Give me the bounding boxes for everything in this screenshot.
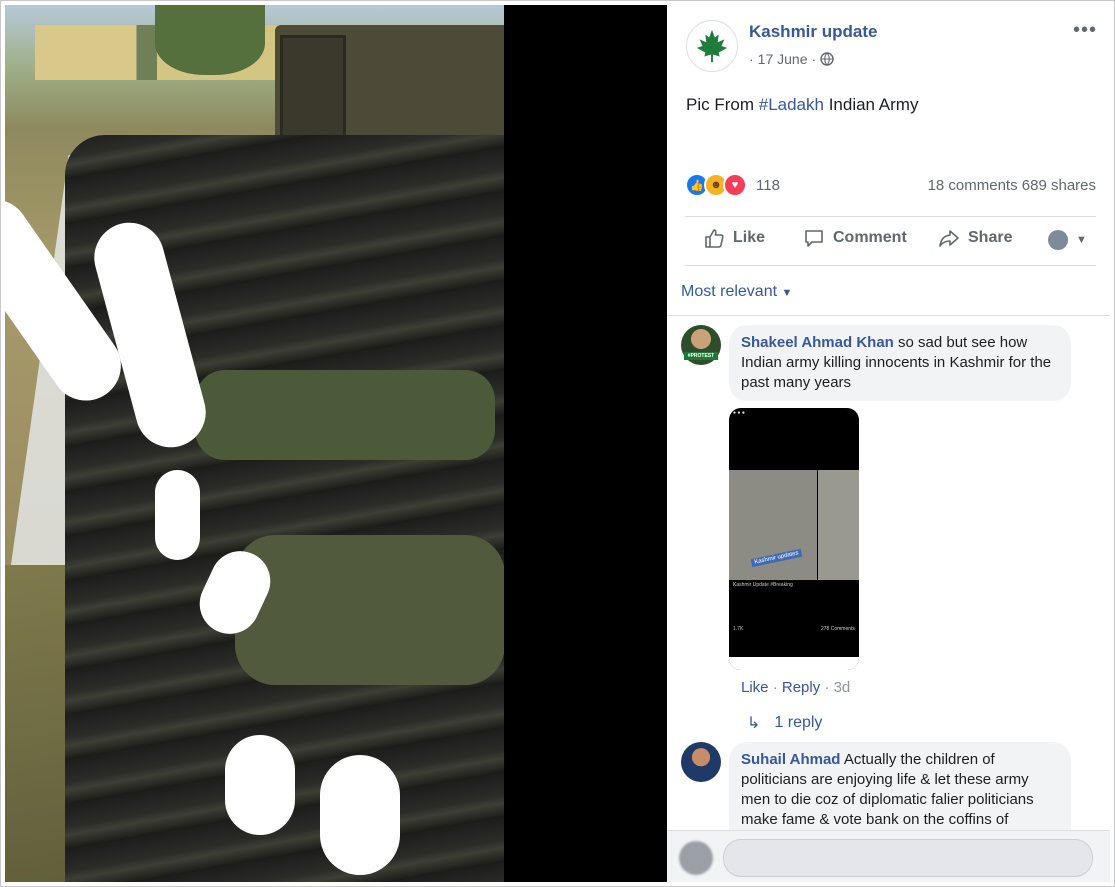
post-text-prefix: Pic From bbox=[686, 95, 759, 114]
globe-icon bbox=[820, 52, 834, 66]
page-name-link[interactable]: Kashmir update bbox=[749, 22, 877, 42]
comment-actions: Like · Reply · 3d bbox=[741, 679, 850, 696]
more-options-icon[interactable]: ••• bbox=[1073, 19, 1097, 42]
thumbs-up-icon bbox=[705, 229, 724, 248]
reactions-summary[interactable]: 👍 ☻ ♥ 118 bbox=[685, 173, 780, 197]
phone-caption: Kashmir Update #Breaking bbox=[733, 582, 793, 588]
meta-dot: · bbox=[749, 51, 754, 67]
reply-arrow-icon: ↳ bbox=[747, 715, 761, 732]
post-photo[interactable] bbox=[5, 5, 504, 882]
reaction-count: 118 bbox=[756, 176, 780, 194]
avatar-badge: #PROTEST bbox=[684, 352, 718, 360]
actions-top-divider bbox=[685, 216, 1096, 217]
comments-count-link[interactable]: 18 comments bbox=[928, 177, 1018, 194]
shares-count-link[interactable]: 689 shares bbox=[1022, 177, 1096, 194]
maple-leaf-icon bbox=[696, 29, 728, 63]
hashtag-link[interactable]: #Ladakh bbox=[759, 95, 824, 114]
photo-tree bbox=[155, 5, 265, 75]
commenter-avatar[interactable]: #PROTEST bbox=[681, 325, 721, 365]
phone-count: 1.7K bbox=[733, 626, 744, 632]
audience-selector[interactable]: ▼ bbox=[1048, 230, 1087, 250]
meta-dot: · bbox=[772, 679, 778, 696]
photo-scribble-6 bbox=[320, 755, 400, 875]
page-avatar[interactable] bbox=[686, 20, 738, 72]
post-meta: · 17 June · bbox=[749, 51, 834, 67]
meta-dot: · bbox=[824, 679, 830, 696]
phone-comments: 278 Comments bbox=[821, 626, 855, 632]
sort-label: Most relevant bbox=[681, 283, 778, 300]
comment-author-link[interactable]: Suhail Ahmad bbox=[741, 751, 840, 768]
comment-label: Comment bbox=[833, 229, 907, 246]
comment-like-link[interactable]: Like bbox=[741, 679, 769, 696]
viewer-avatar bbox=[1048, 230, 1068, 250]
photo-viewer-backdrop bbox=[504, 5, 667, 882]
share-button[interactable]: Share bbox=[938, 227, 1012, 249]
chevron-down-icon: ▼ bbox=[1076, 234, 1087, 246]
commenter-avatar[interactable] bbox=[681, 742, 721, 782]
comment-attached-image[interactable]: ● ● ● Kashmir updates Kashmir Update #Br… bbox=[729, 408, 859, 670]
comments-separator bbox=[667, 315, 1110, 316]
love-reaction-icon: ♥ bbox=[723, 173, 747, 197]
like-button[interactable]: Like bbox=[703, 227, 765, 249]
share-label: Share bbox=[968, 229, 1013, 246]
comment-composer bbox=[667, 830, 1110, 882]
post-pane: Kashmir update · 17 June · ••• Pic From … bbox=[667, 5, 1110, 882]
comment-author-link[interactable]: Shakeel Ahmad Khan bbox=[741, 334, 894, 351]
comment-time[interactable]: 3d bbox=[834, 679, 851, 696]
photo-camo-2 bbox=[235, 535, 504, 685]
post-text-suffix: Indian Army bbox=[823, 95, 919, 114]
meta-dot: · bbox=[811, 51, 817, 67]
photo-scribble-5 bbox=[225, 735, 295, 835]
photo-camo-1 bbox=[195, 370, 495, 460]
engagement-counts: 18 comments 689 shares bbox=[928, 177, 1096, 194]
comment-reply-link[interactable]: Reply bbox=[782, 679, 820, 696]
post-text: Pic From #Ladakh Indian Army bbox=[686, 95, 918, 115]
caret-down-icon: ▼ bbox=[781, 287, 793, 299]
comment-icon bbox=[805, 230, 823, 247]
phone-status-bar: ● ● ● bbox=[733, 410, 745, 416]
comment-button[interactable]: Comment bbox=[803, 227, 907, 249]
replies-count: 1 reply bbox=[774, 714, 823, 731]
comment-input[interactable] bbox=[723, 839, 1093, 877]
share-icon bbox=[939, 230, 959, 247]
comment-bubble: Shakeel Ahmad Khan so sad but see how In… bbox=[729, 325, 1071, 401]
comment-sort[interactable]: Most relevant ▼ bbox=[681, 283, 792, 301]
phone-photo-side bbox=[817, 470, 859, 580]
actions-bottom-divider bbox=[685, 265, 1096, 266]
like-label: Like bbox=[733, 229, 766, 246]
phone-nav-bar bbox=[729, 657, 859, 670]
photo-scribble-3 bbox=[155, 470, 200, 560]
post-date[interactable]: 17 June bbox=[758, 51, 808, 67]
composer-avatar bbox=[679, 841, 713, 875]
post-actions: Like Comment Share ▼ bbox=[685, 227, 1096, 255]
view-replies-link[interactable]: ↳ 1 reply bbox=[747, 713, 822, 733]
